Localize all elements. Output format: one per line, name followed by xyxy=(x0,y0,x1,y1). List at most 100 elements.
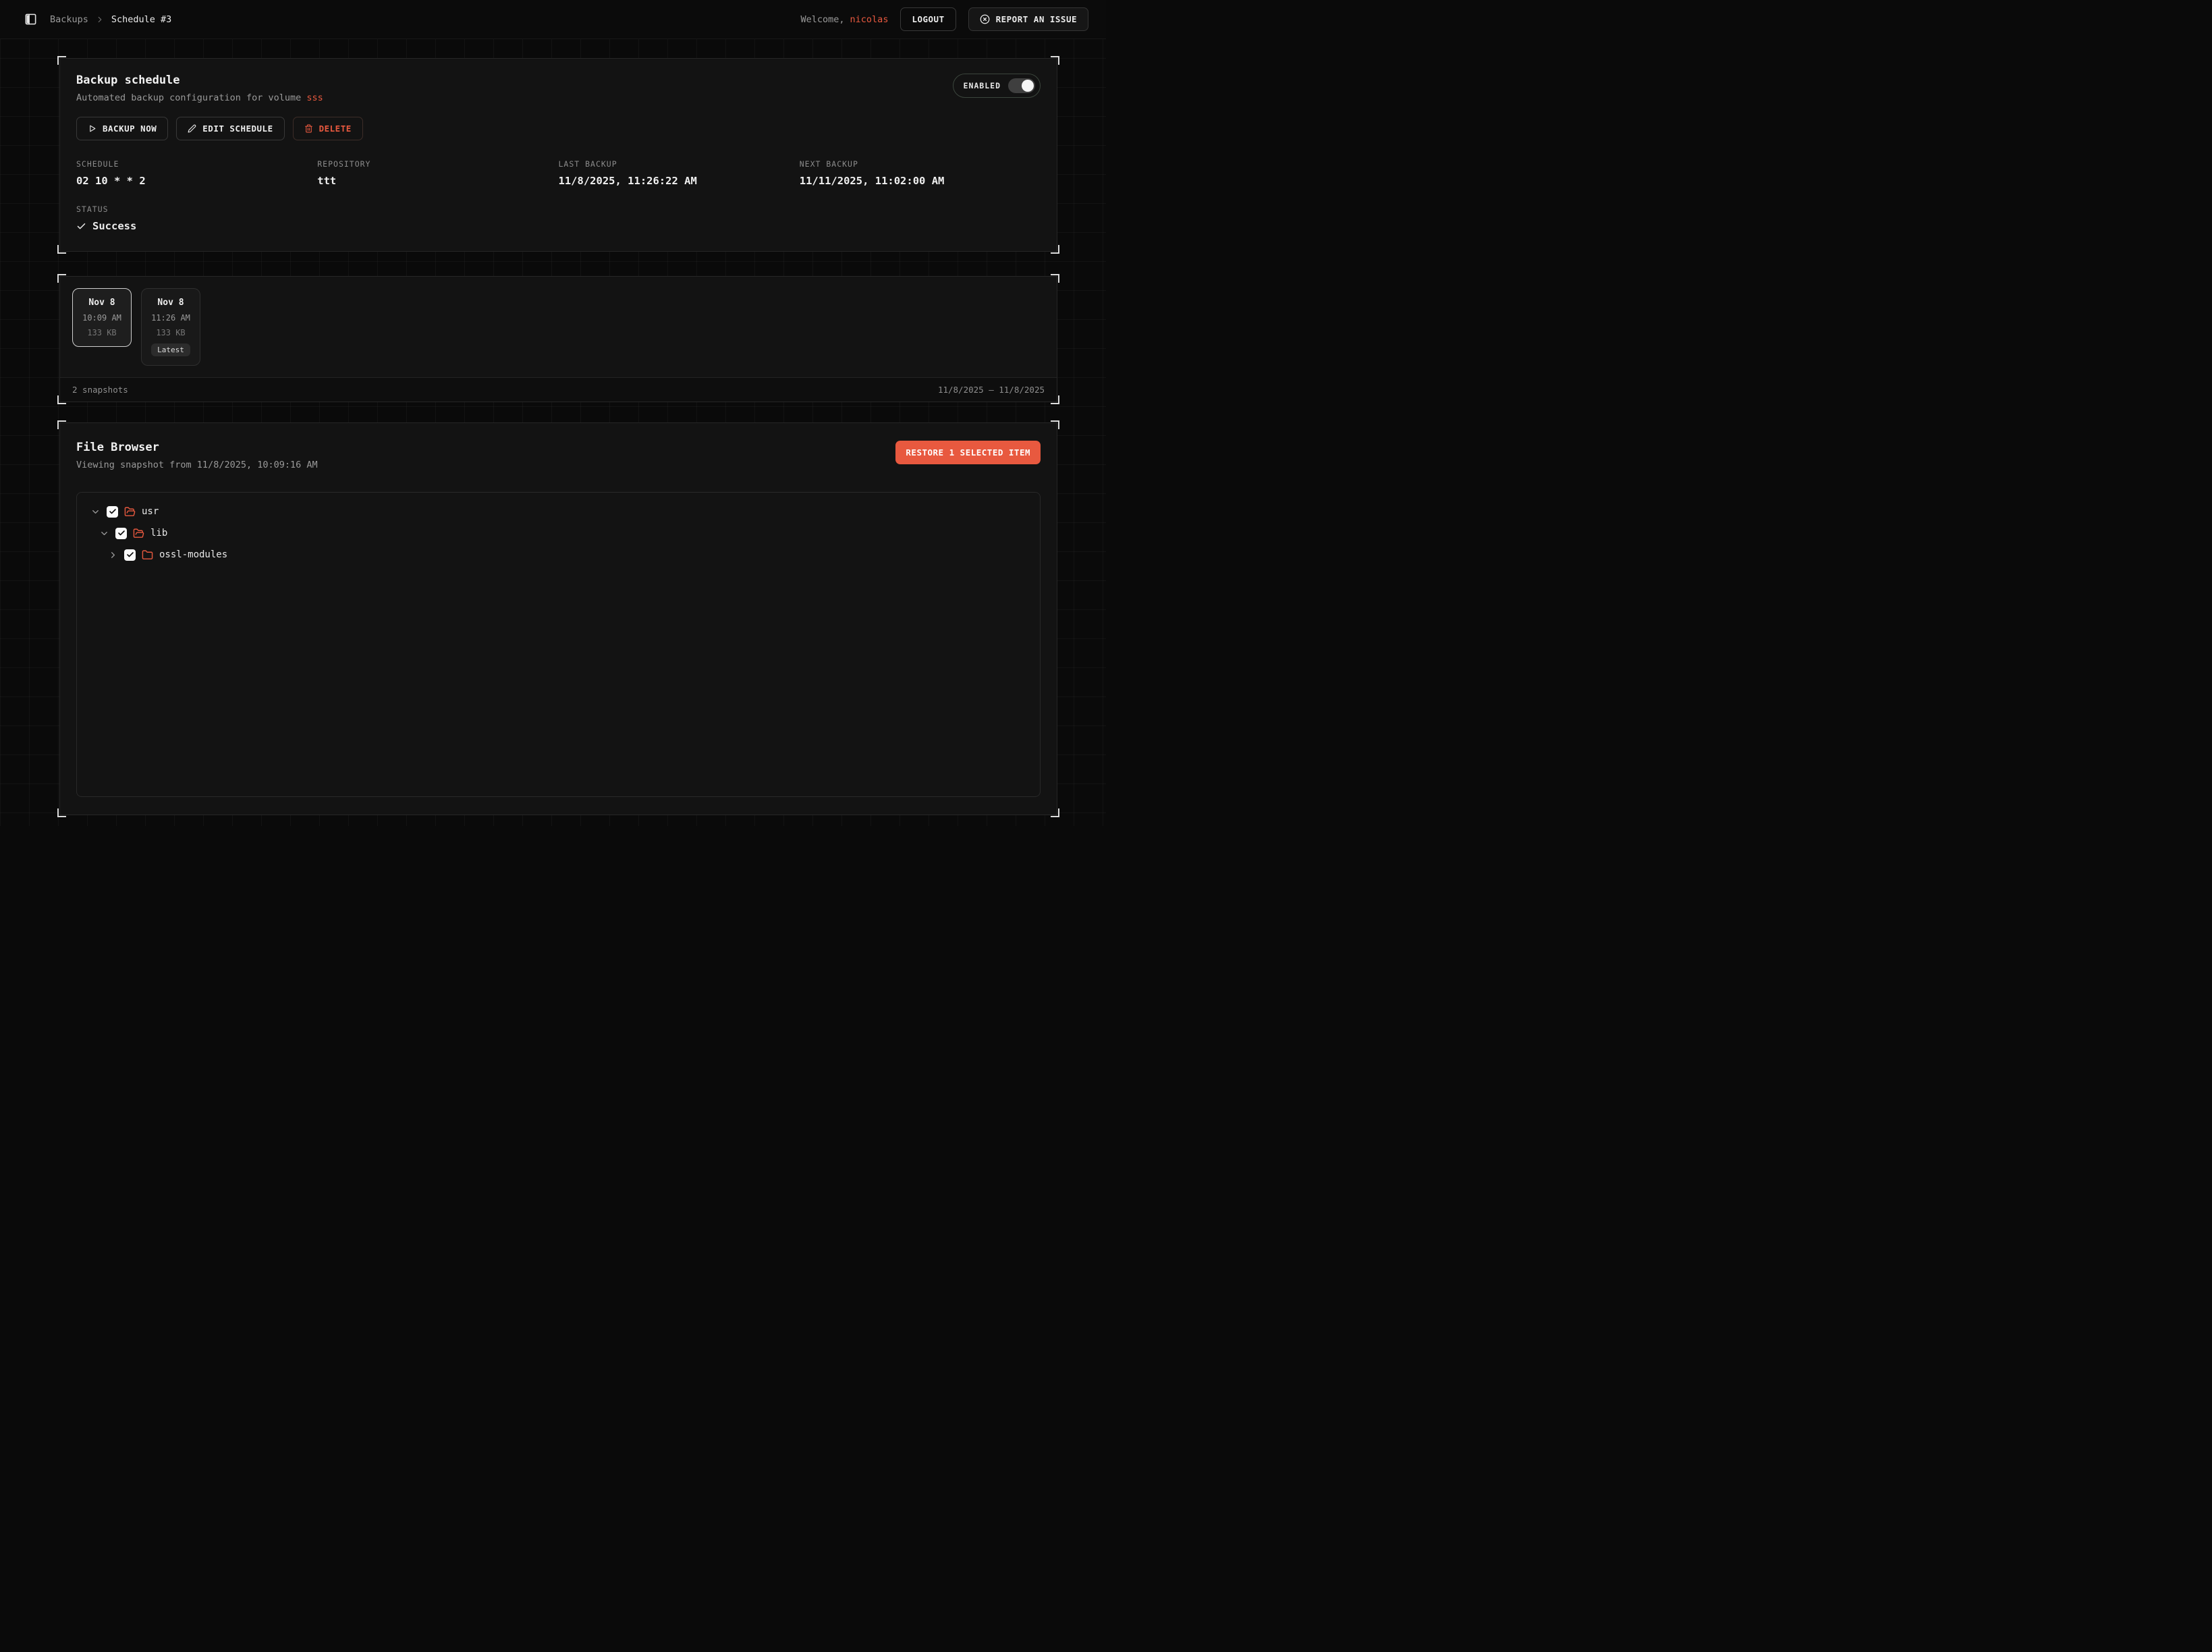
field-label: STATUS xyxy=(76,204,317,214)
panel-title: Backup schedule xyxy=(76,74,323,87)
breadcrumb-current: Schedule #3 xyxy=(111,14,171,25)
panel-subtitle: Automated backup configuration for volum… xyxy=(76,92,323,103)
tree-row-lib[interactable]: lib xyxy=(86,522,1030,544)
corner-bracket xyxy=(1051,395,1059,404)
tree-item-name: usr xyxy=(142,506,159,517)
corner-bracket xyxy=(57,808,66,817)
edit-schedule-label: EDIT SCHEDULE xyxy=(202,123,273,134)
check-icon xyxy=(76,221,86,231)
backup-schedule-panel: Backup schedule Automated backup configu… xyxy=(59,58,1057,252)
chevron-down-icon[interactable] xyxy=(90,507,101,517)
snapshot-list: Nov 8 10:09 AM 133 KB Nov 8 11:26 AM 133… xyxy=(60,277,1057,377)
folder-icon xyxy=(142,549,153,561)
circle-x-icon xyxy=(980,14,990,24)
field-status: STATUS Success xyxy=(76,204,317,232)
field-label: REPOSITORY xyxy=(317,159,558,169)
pencil-icon xyxy=(188,124,196,133)
checkbox-checked[interactable] xyxy=(107,506,118,518)
file-browser-subtitle: Viewing snapshot from 11/8/2025, 10:09:1… xyxy=(76,460,318,470)
restore-selected-button[interactable]: RESTORE 1 SELECTED ITEM xyxy=(895,441,1041,464)
field-value: 11/11/2025, 11:02:00 AM xyxy=(800,175,1041,187)
folder-open-icon xyxy=(133,528,144,539)
file-browser-title: File Browser xyxy=(76,441,318,454)
snapshot-card[interactable]: Nov 8 10:09 AM 133 KB xyxy=(72,288,132,347)
field-label: NEXT BACKUP xyxy=(800,159,1041,169)
snapshots-panel: Nov 8 10:09 AM 133 KB Nov 8 11:26 AM 133… xyxy=(59,276,1057,402)
corner-bracket xyxy=(57,420,66,429)
latest-badge: Latest xyxy=(151,343,190,356)
status-badge: Success xyxy=(76,220,317,232)
tree-item-name: lib xyxy=(150,528,167,539)
subtitle-prefix: Automated backup configuration for volum… xyxy=(76,92,301,103)
snapshot-count: 2 snapshots xyxy=(72,385,128,395)
field-label: LAST BACKUP xyxy=(559,159,800,169)
snapshot-time: 10:09 AM xyxy=(78,313,126,323)
welcome-prefix: Welcome, xyxy=(801,14,845,25)
logout-button[interactable]: LOGOUT xyxy=(900,7,956,31)
file-browser-panel: File Browser Viewing snapshot from 11/8/… xyxy=(59,422,1057,815)
field-label: SCHEDULE xyxy=(76,159,317,169)
enabled-label: ENABLED xyxy=(964,81,1001,90)
corner-bracket xyxy=(1051,274,1059,283)
corner-bracket xyxy=(57,245,66,254)
file-browser-frame: File Browser Viewing snapshot from 11/8/… xyxy=(59,422,1057,815)
tree-row-ossl-modules[interactable]: ossl-modules xyxy=(86,544,1030,566)
snapshot-date-range: 11/8/2025 – 11/8/2025 xyxy=(938,385,1045,395)
chevron-right-icon xyxy=(95,15,105,24)
backup-now-label: BACKUP NOW xyxy=(103,123,157,134)
breadcrumb-root[interactable]: Backups xyxy=(50,14,88,25)
field-last-backup: LAST BACKUP 11/8/2025, 11:26:22 AM xyxy=(559,159,800,187)
snapshot-time: 11:26 AM xyxy=(147,313,194,323)
field-next-backup: NEXT BACKUP 11/11/2025, 11:02:00 AM xyxy=(800,159,1041,187)
snapshots-frame: Nov 8 10:09 AM 133 KB Nov 8 11:26 AM 133… xyxy=(59,276,1057,402)
chevron-right-icon[interactable] xyxy=(108,550,118,560)
main-content: Backup schedule Automated backup configu… xyxy=(0,39,1106,815)
field-value: 02 10 * * 2 xyxy=(76,175,317,187)
corner-bracket xyxy=(1051,420,1059,429)
report-issue-button[interactable]: REPORT AN ISSUE xyxy=(968,7,1088,31)
sidebar-toggle-button[interactable] xyxy=(20,9,40,30)
enabled-toggle[interactable] xyxy=(1008,78,1035,93)
checkbox-checked[interactable] xyxy=(124,549,136,561)
play-icon xyxy=(88,124,96,133)
corner-bracket xyxy=(1051,245,1059,254)
folder-open-icon xyxy=(124,506,136,518)
corner-bracket xyxy=(57,274,66,283)
status-text: Success xyxy=(92,220,136,232)
corner-bracket xyxy=(1051,56,1059,65)
delete-button[interactable]: DELETE xyxy=(293,117,363,140)
username: nicolas xyxy=(850,14,889,25)
file-tree: usr lib xyxy=(76,492,1041,797)
welcome-text: Welcome, nicolas xyxy=(801,14,889,25)
tree-item-name: ossl-modules xyxy=(159,549,227,560)
edit-schedule-button[interactable]: EDIT SCHEDULE xyxy=(176,117,284,140)
header-actions: Welcome, nicolas LOGOUT REPORT AN ISSUE xyxy=(801,7,1088,31)
enabled-pill: ENABLED xyxy=(953,74,1041,98)
field-value: 11/8/2025, 11:26:22 AM xyxy=(559,175,800,187)
field-schedule: SCHEDULE 02 10 * * 2 xyxy=(76,159,317,187)
backup-now-button[interactable]: BACKUP NOW xyxy=(76,117,168,140)
backup-schedule-frame: Backup schedule Automated backup configu… xyxy=(59,58,1057,252)
corner-bracket xyxy=(57,395,66,404)
corner-bracket xyxy=(57,56,66,65)
trash-icon xyxy=(304,124,313,133)
schedule-details: SCHEDULE 02 10 * * 2 REPOSITORY ttt LAST… xyxy=(76,159,1041,232)
top-bar: Backups Schedule #3 Welcome, nicolas LOG… xyxy=(0,0,1106,39)
volume-name: sss xyxy=(306,92,323,103)
snapshot-size: 133 KB xyxy=(78,328,126,337)
chevron-down-icon[interactable] xyxy=(99,528,109,539)
snapshot-card[interactable]: Nov 8 11:26 AM 133 KB Latest xyxy=(141,288,200,366)
panel-left-icon xyxy=(24,13,37,26)
snapshot-date: Nov 8 xyxy=(147,298,194,308)
field-repository: REPOSITORY ttt xyxy=(317,159,558,187)
snapshots-footer: 2 snapshots 11/8/2025 – 11/8/2025 xyxy=(60,377,1057,402)
snapshot-size: 133 KB xyxy=(147,328,194,337)
snapshot-date: Nov 8 xyxy=(78,298,126,308)
field-value: ttt xyxy=(317,175,558,187)
tree-row-usr[interactable]: usr xyxy=(86,501,1030,522)
report-issue-label: REPORT AN ISSUE xyxy=(996,14,1077,24)
checkbox-checked[interactable] xyxy=(115,528,127,539)
breadcrumb: Backups Schedule #3 xyxy=(50,14,171,25)
corner-bracket xyxy=(1051,808,1059,817)
schedule-actions: BACKUP NOW EDIT SCHEDULE DELETE xyxy=(76,117,1041,140)
